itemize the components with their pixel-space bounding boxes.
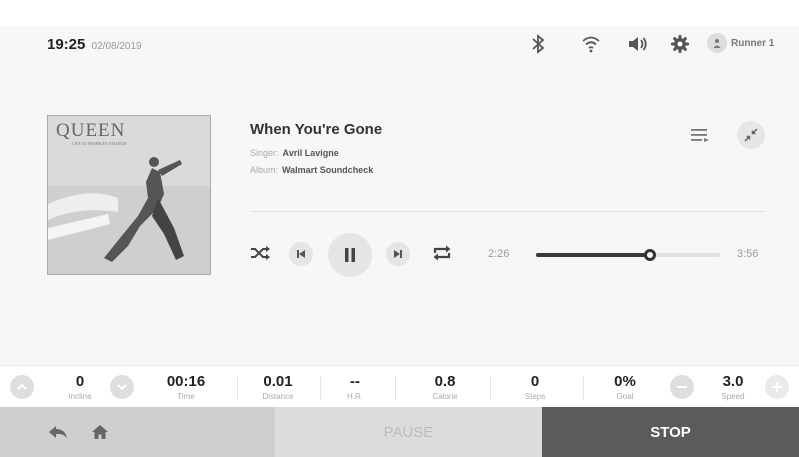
track-title: When You're Gone — [250, 121, 383, 138]
stat-distance: 0.01 Distance — [250, 366, 306, 408]
goal-value: 0% — [614, 373, 636, 390]
stat-goal: 0% Goal — [600, 366, 650, 408]
home-icon[interactable] — [88, 421, 112, 443]
time-label: Time — [177, 392, 195, 401]
progress-bar[interactable] — [536, 249, 720, 261]
nav-area — [0, 407, 275, 457]
incline-value: 0 — [75, 373, 85, 390]
stat-steps: 0 Steps — [510, 366, 560, 408]
calorie-value: 0.8 — [434, 373, 456, 390]
hr-value: -- — [350, 373, 360, 390]
incline-label: Incline — [68, 392, 92, 401]
stop-button[interactable]: STOP — [542, 407, 799, 457]
album-art-subtext: LIVE AT WEMBLEY STADIUM — [72, 141, 127, 146]
stat-separator — [583, 376, 584, 400]
stat-time: 00:16 Time — [152, 366, 220, 408]
wifi-icon[interactable] — [581, 33, 601, 55]
user-profile[interactable]: Runner 1 — [707, 32, 774, 54]
stat-hr: -- H.R. — [330, 366, 380, 408]
singer-name: Avril Lavigne — [282, 148, 339, 158]
stat-separator — [320, 376, 321, 400]
album-art-text: QUEEN — [56, 120, 126, 141]
stat-speed: 3.0 Speed — [708, 366, 758, 408]
distance-label: Distance — [262, 392, 294, 401]
stat-separator — [237, 376, 238, 400]
distance-value: 0.01 — [263, 373, 293, 390]
current-time: 2:26 — [488, 248, 510, 260]
bottom-bar: PAUSE STOP — [0, 407, 799, 457]
hr-label: H.R. — [347, 392, 363, 401]
calorie-label: Calorie — [432, 392, 458, 401]
collapse-icon[interactable] — [737, 121, 765, 149]
album-row: Album: Walmart Soundcheck — [250, 165, 373, 175]
speed-value: 3.0 — [722, 373, 744, 390]
total-time: 3:56 — [737, 248, 759, 260]
divider — [250, 211, 765, 212]
back-icon[interactable] — [46, 421, 70, 443]
speed-up-button[interactable] — [765, 375, 789, 399]
top-strip — [0, 0, 799, 26]
incline-down-button[interactable] — [110, 375, 134, 399]
pause-icon[interactable] — [328, 233, 372, 277]
stats-bar: 0 Incline 00:16 Time 0.01 Distance -- H.… — [0, 365, 799, 407]
volume-icon[interactable] — [627, 33, 649, 55]
speed-label: Speed — [721, 392, 745, 401]
pause-button[interactable]: PAUSE — [275, 407, 542, 457]
singer-row: Singer: Avril Lavigne — [250, 148, 339, 158]
singer-label: Singer: — [250, 148, 279, 158]
stat-separator — [490, 376, 491, 400]
goal-label: Goal — [616, 392, 634, 401]
incline-up-button[interactable] — [10, 375, 34, 399]
steps-label: Steps — [524, 392, 546, 401]
repeat-icon[interactable] — [432, 243, 452, 263]
playlist-icon[interactable] — [690, 126, 710, 149]
clock-time: 19:25 — [47, 36, 86, 53]
user-name: Runner 1 — [731, 37, 775, 49]
album-name: Walmart Soundcheck — [282, 165, 374, 175]
stat-calorie: 0.8 Calorie — [415, 366, 475, 408]
album-label: Album: — [250, 165, 279, 175]
album-art: QUEEN LIVE AT WEMBLEY STADIUM — [47, 115, 211, 275]
time-value: 00:16 — [166, 373, 206, 390]
shuffle-icon[interactable] — [250, 243, 270, 263]
speed-down-button[interactable] — [670, 375, 694, 399]
progress-fill — [536, 253, 651, 257]
gear-icon[interactable] — [670, 33, 690, 55]
clock: 19:25 02/08/2019 — [47, 36, 142, 53]
user-icon — [707, 33, 727, 53]
progress-handle[interactable] — [644, 249, 657, 261]
steps-value: 0 — [530, 373, 540, 390]
bluetooth-icon[interactable] — [530, 33, 546, 55]
clock-date: 02/08/2019 — [91, 41, 142, 52]
stat-separator — [395, 376, 396, 400]
previous-icon[interactable] — [289, 242, 313, 266]
stat-incline: 0 Incline — [52, 366, 108, 408]
next-icon[interactable] — [386, 242, 410, 266]
